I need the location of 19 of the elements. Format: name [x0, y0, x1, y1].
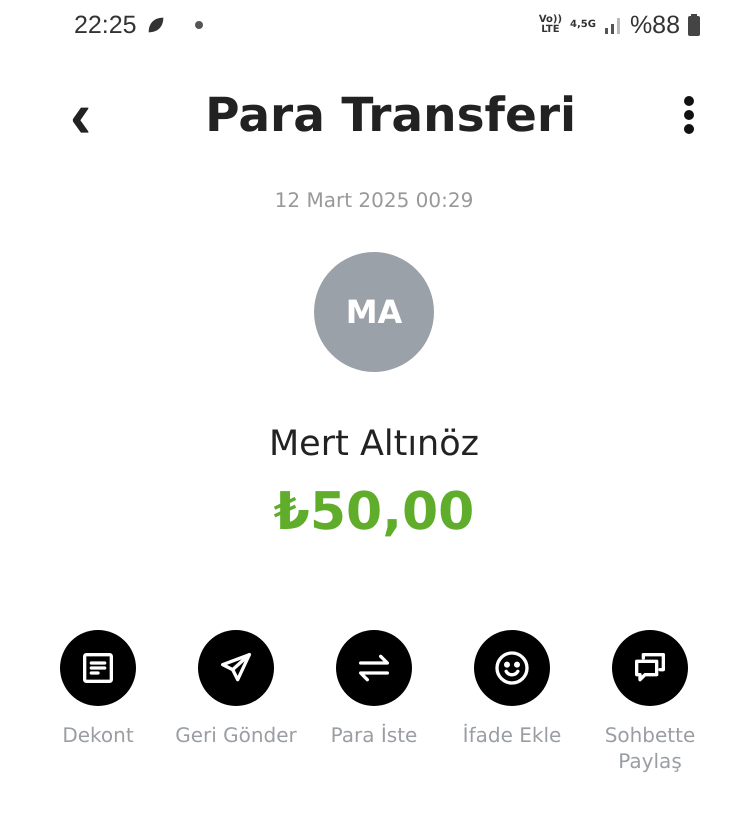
back-button[interactable]: ‹: [60, 83, 102, 147]
avatar: MA: [314, 252, 434, 372]
action-label: Para İste: [330, 722, 418, 748]
transfer-amount: ₺50,00: [274, 482, 474, 542]
battery-percent: %88: [630, 10, 680, 40]
transfer-date: 12 Mart 2025 00:29: [274, 188, 474, 212]
action-label: Geri Gönder: [174, 722, 298, 748]
page-title: Para Transferi: [205, 88, 576, 142]
dot-icon: [194, 21, 203, 29]
volte-label: Vo)): [538, 15, 562, 25]
action-label: Dekont: [61, 722, 135, 748]
battery-icon: [688, 14, 700, 36]
action-label: İfade Ekle: [462, 722, 562, 748]
action-label: Sohbette Paylaş: [604, 722, 696, 774]
lte-label: LTE: [541, 25, 560, 35]
signal-icon: [604, 16, 622, 34]
recipient-name: Mert Altınöz: [268, 424, 480, 464]
status-time: 22:25: [74, 10, 137, 40]
network-label: 4,5G: [570, 20, 596, 30]
